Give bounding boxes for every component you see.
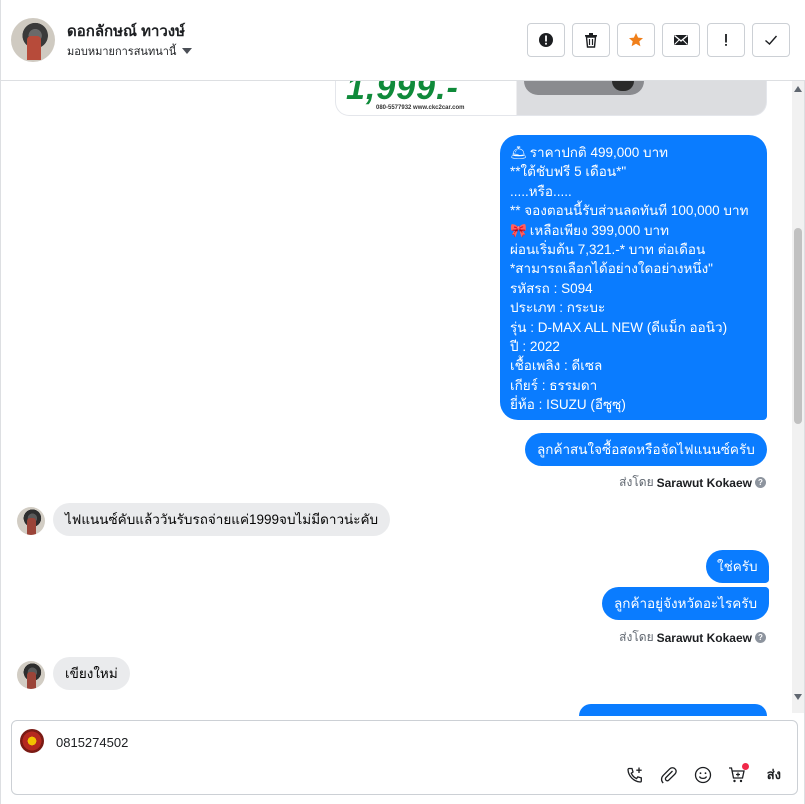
shop-button[interactable] [727, 762, 749, 785]
outgoing-message[interactable] [579, 704, 767, 716]
mark-unread-button[interactable] [662, 23, 700, 57]
contact-avatar-small [17, 507, 45, 535]
image-price-text: 1,999.- [346, 81, 459, 107]
offer-line: *สามารถเลือกได้อย่างใดอย่างหนึ่ง" [510, 261, 713, 277]
offer-line: เกียร์ : ธรรมดา [510, 377, 598, 393]
outgoing-message[interactable]: ลูกค้าอยู่จังหวัดอะไรครับ [602, 587, 770, 620]
offer-line: รหัสรถ : S094 [510, 280, 593, 296]
outgoing-message[interactable]: ลูกค้าสนใจซื้อสดหรือจัดไฟแนนซ์ครับ [525, 433, 767, 466]
conversation-header: ดอกลักษณ์ ทาวงษ์ มอบหมายการสนทนานี้ [1, 0, 805, 81]
attach-button[interactable] [659, 765, 679, 785]
scrollbar-thumb[interactable] [794, 228, 802, 424]
offer-line: รุ่น : D-MAX ALL NEW (ดีแม็ก ออนิว) [510, 319, 728, 335]
assign-conversation-dropdown[interactable]: มอบหมายการสนทนานี้ [67, 42, 193, 60]
offer-line: ปี : 2022 [510, 339, 560, 355]
offer-line: **ใต้ชับฟรี 5 เดือน*" [510, 164, 627, 180]
image-attachment[interactable]: 1,999.- 080-5577932 www.ckc2car.com [335, 81, 767, 116]
conversation-panel: ดอกลักษณ์ ทาวงษ์ มอบหมายการสนทนานี้ 1,99… [0, 0, 805, 804]
paperclip-icon [660, 766, 677, 783]
envelope-icon [674, 34, 688, 45]
star-icon [629, 33, 643, 47]
offer-line: ยี่ห้อ : ISUZU (อีซูซุ) [510, 397, 626, 413]
trash-icon [585, 33, 597, 48]
offer-line: 🎀 เหลือเพียง 399,000 บาท [510, 221, 757, 240]
follow-up-button[interactable] [707, 23, 745, 57]
delete-button[interactable] [572, 23, 610, 57]
incoming-message[interactable]: เขียงใหม่ [53, 657, 130, 690]
call-button[interactable] [625, 765, 645, 785]
sent-by-label: ส่งโดย Sarawut Kokaew ? [619, 628, 766, 647]
outgoing-message[interactable]: ใช่ครับ [706, 550, 769, 583]
image-contact-text: 080-5577932 www.ckc2car.com [376, 105, 465, 111]
ribbon-icon: 🎀 [510, 222, 527, 238]
page-avatar [20, 729, 44, 753]
contact-name[interactable]: ดอกลักษณ์ ทาวงษ์ [67, 19, 185, 43]
contact-avatar[interactable] [11, 18, 55, 62]
scroll-down-arrow-icon[interactable] [794, 694, 802, 700]
conversation-actions [527, 23, 790, 57]
exclamation-icon [725, 34, 727, 46]
smiley-icon [694, 766, 711, 783]
offer-line: ** จองตอนนี้รับส่วนลดทันที 100,000 บาท [510, 203, 749, 219]
notification-dot [741, 762, 749, 770]
phone-plus-icon [627, 767, 642, 783]
assign-label: มอบหมายการสนทนานี้ [67, 46, 177, 58]
offer-line: 🛎 ราคาปกติ 499,000 บาท [510, 143, 757, 162]
offer-message-bubble[interactable]: 🛎 ราคาปกติ 499,000 บาท **ใต้ชับฟรี 5 เดื… [500, 135, 767, 420]
composer-toolbar: ส่ง [625, 762, 781, 785]
scroll-up-arrow-icon[interactable] [794, 86, 802, 92]
offer-line: ประเภท : กระบะ [510, 300, 606, 316]
message-composer[interactable]: 0815274502 ส่ง [11, 720, 798, 795]
emoji-button[interactable] [693, 765, 713, 785]
help-icon[interactable]: ? [755, 632, 766, 643]
done-button[interactable] [752, 23, 790, 57]
composer-input[interactable]: 0815274502 [56, 735, 128, 750]
offer-line: เชื้อเพลิง : ดีเซล [510, 358, 603, 374]
contact-avatar-small [17, 661, 45, 689]
send-button[interactable]: ส่ง [767, 764, 781, 785]
offer-line: .....หรือ..... [510, 183, 572, 199]
star-button[interactable] [617, 23, 655, 57]
incoming-message[interactable]: ไฟแนนซ์คับแล้ววันรับรถจ่ายแค่1999จบไม่มี… [53, 503, 391, 536]
caret-down-icon [182, 48, 193, 54]
bell-icon: 🛎 [510, 145, 528, 160]
sent-by-label: ส่งโดย Sarawut Kokaew ? [619, 473, 766, 492]
spam-button[interactable] [527, 23, 565, 57]
alert-circle-icon [539, 33, 553, 47]
offer-line: ผ่อนเริ่มต้น 7,321.-* บาท ต่อเดือน [510, 242, 706, 258]
help-icon[interactable]: ? [755, 477, 766, 488]
check-icon [765, 35, 778, 45]
